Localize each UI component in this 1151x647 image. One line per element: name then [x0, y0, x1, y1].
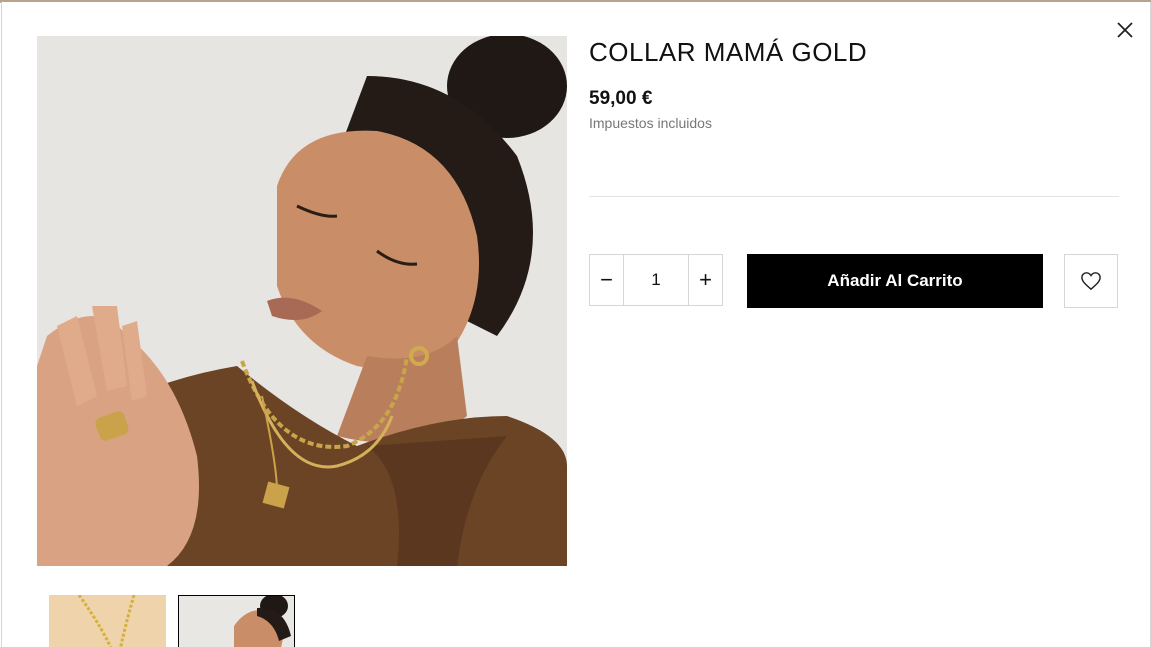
quantity-decrement-button[interactable]: − [590, 255, 623, 305]
product-price: 59,00 € [589, 88, 653, 109]
wishlist-button[interactable] [1064, 254, 1118, 308]
quick-view-modal: COLLAR MAMÁ GOLD 59,00 € Impuestos inclu… [1, 2, 1151, 647]
tax-note: Impuestos incluidos [589, 115, 712, 131]
minus-icon: − [600, 267, 613, 292]
product-thumbnail-selected[interactable] [178, 595, 295, 647]
product-main-image [37, 36, 567, 566]
plus-icon: + [699, 267, 712, 292]
quantity-increment-button[interactable]: + [689, 255, 722, 305]
add-to-cart-button[interactable]: Añadir Al Carrito [747, 254, 1043, 308]
heart-icon [1081, 272, 1101, 291]
close-button[interactable] [1114, 19, 1136, 41]
quantity-stepper: − + [589, 254, 723, 306]
quantity-input[interactable] [623, 255, 689, 305]
product-thumbnail[interactable] [49, 595, 166, 647]
product-title: COLLAR MAMÁ GOLD [589, 37, 868, 67]
close-icon [1117, 22, 1133, 38]
divider [589, 196, 1119, 197]
